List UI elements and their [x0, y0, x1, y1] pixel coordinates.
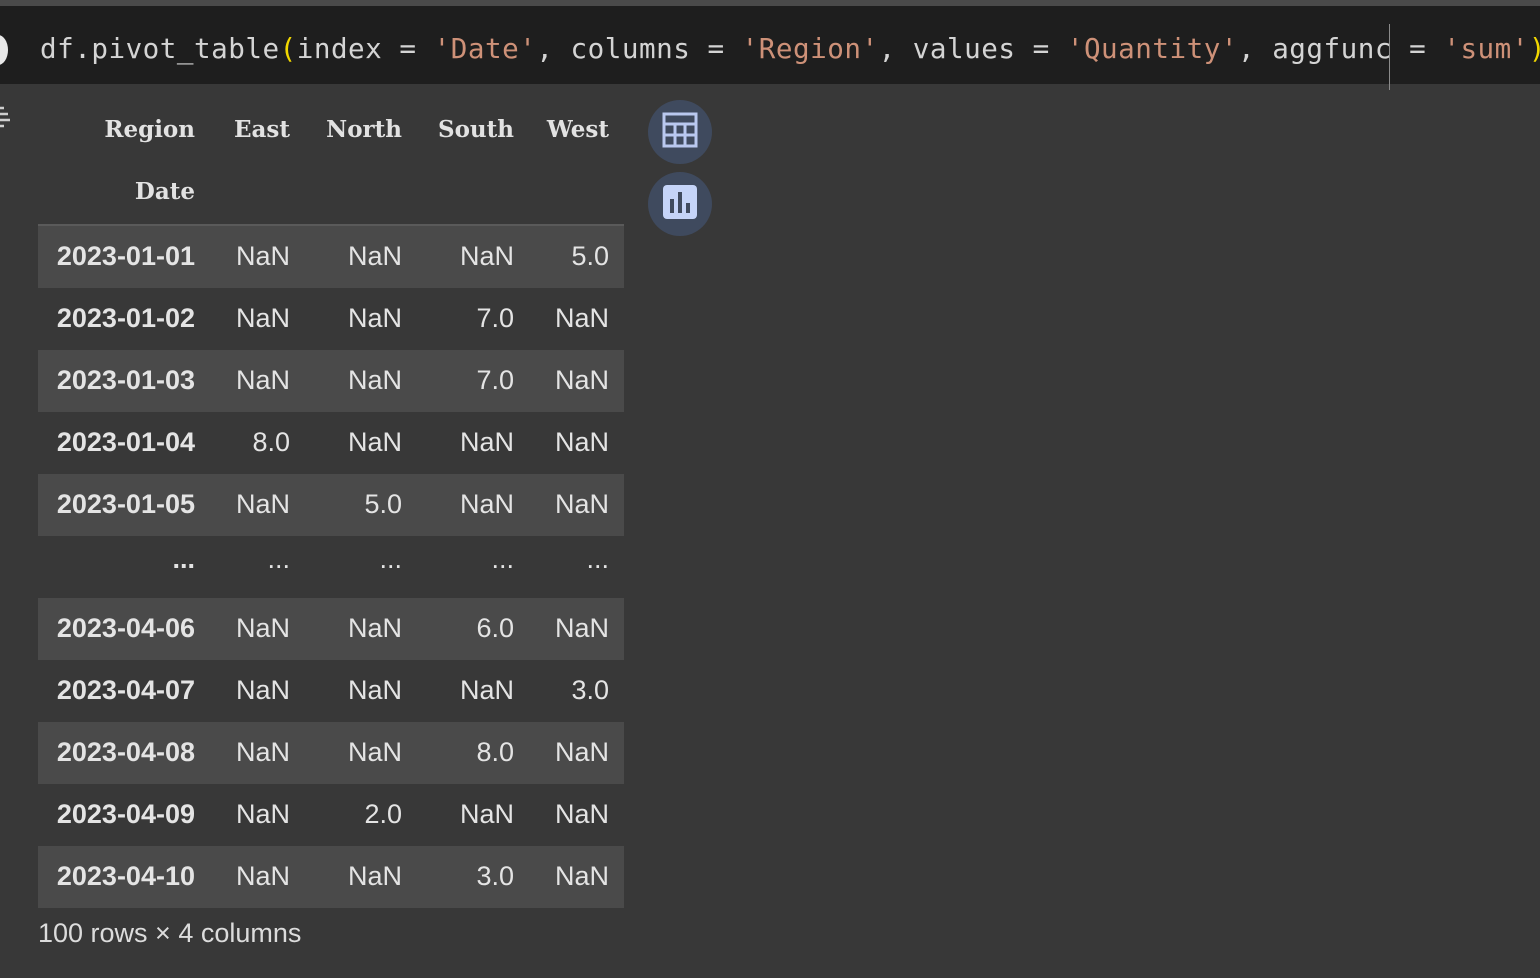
table-cell: NaN [347, 861, 402, 891]
code-token: 'sum' [1443, 32, 1529, 65]
table-cell: NaN [347, 675, 402, 705]
row-index: 2023-04-06 [56, 613, 195, 643]
row-index: 2023-04-10 [56, 861, 195, 891]
column-header: South [437, 116, 514, 143]
table-cell: NaN [235, 675, 290, 705]
table-row: 2023-01-04 8.0 NaN NaN NaN [38, 412, 624, 474]
row-index: 2023-04-08 [56, 737, 195, 767]
table-row: 2023-04-09 NaN 2.0 NaN NaN [38, 784, 624, 846]
table-row: 2023-01-05 NaN 5.0 NaN NaN [38, 474, 624, 536]
ellipsis-row: ... ... ... ... ... [38, 536, 624, 598]
table-cell: NaN [554, 861, 609, 891]
column-header: West [546, 116, 609, 143]
bar-chart-icon [662, 184, 698, 225]
table-cell: NaN [459, 799, 514, 829]
table-cell: NaN [235, 737, 290, 767]
row-index: ... [172, 544, 195, 574]
table-row: 2023-01-01 NaN NaN NaN 5.0 [38, 226, 624, 288]
table-cell: 8.0 [252, 427, 290, 457]
index-header-row: Date [38, 162, 624, 224]
table-cell: 8.0 [476, 737, 514, 767]
table-cell: NaN [459, 489, 514, 519]
run-cell-icon[interactable] [0, 35, 8, 65]
table-icon [662, 112, 698, 153]
code-token: , columns = [536, 32, 742, 65]
code-token: 'Date' [433, 32, 537, 65]
row-index: 2023-04-09 [56, 799, 195, 829]
table-cell: NaN [347, 737, 402, 767]
table-cell: NaN [347, 427, 402, 457]
table-cell: NaN [347, 613, 402, 643]
code-cell[interactable]: df.pivot_table(index = 'Date', columns =… [0, 6, 1540, 90]
table-cell: NaN [347, 241, 402, 271]
row-index: 2023-04-07 [56, 675, 195, 705]
row-index: 2023-01-01 [56, 241, 195, 271]
column-header: East [233, 116, 290, 143]
dataframe-shape: 100 rows × 4 columns [38, 918, 302, 948]
table-row: 2023-01-02 NaN NaN 7.0 NaN [38, 288, 624, 350]
table-row: 2023-04-07 NaN NaN NaN 3.0 [38, 660, 624, 722]
chart-view-button[interactable] [648, 172, 712, 236]
table-cell: 6.0 [476, 613, 514, 643]
text-cursor [1389, 24, 1390, 90]
code-token: 'Region' [741, 32, 879, 65]
row-index: 2023-01-04 [56, 427, 195, 457]
table-cell: NaN [235, 861, 290, 891]
table-cell: NaN [235, 799, 290, 829]
table-cell: NaN [554, 427, 609, 457]
table-cell: NaN [235, 241, 290, 271]
table-cell: NaN [554, 303, 609, 333]
code-line[interactable]: df.pivot_table(index = 'Date', columns =… [40, 32, 1540, 65]
table-cell: NaN [235, 489, 290, 519]
table-cell: NaN [459, 241, 514, 271]
row-index: 2023-01-02 [56, 303, 195, 333]
row-index: 2023-01-03 [56, 365, 195, 395]
table-cell: 2.0 [364, 799, 402, 829]
table-cell: NaN [347, 303, 402, 333]
table-cell: 7.0 [476, 303, 514, 333]
table-cell: NaN [554, 799, 609, 829]
table-row: 2023-04-06 NaN NaN 6.0 NaN [38, 598, 624, 660]
table-cell: ... [267, 544, 290, 574]
table-cell: NaN [235, 613, 290, 643]
table-cell: NaN [554, 489, 609, 519]
output-action-icon[interactable] [0, 100, 12, 136]
code-token: ) [1529, 32, 1540, 65]
table-cell: NaN [459, 427, 514, 457]
table-cell: NaN [347, 365, 402, 395]
table-cell: 3.0 [476, 861, 514, 891]
table-row: 2023-04-10 NaN NaN 3.0 NaN [38, 846, 624, 908]
table-cell: NaN [554, 365, 609, 395]
column-header: North [326, 116, 402, 143]
table-cell: NaN [235, 365, 290, 395]
index-name-header: Date [134, 178, 195, 205]
table-row: 2023-01-03 NaN NaN 7.0 NaN [38, 350, 624, 412]
code-token: ( [279, 32, 297, 65]
table-cell: NaN [459, 675, 514, 705]
code-token: df.pivot_table [40, 32, 280, 65]
table-cell: ... [379, 544, 402, 574]
table-cell: 7.0 [476, 365, 514, 395]
code-token: , values = [878, 32, 1067, 65]
code-token: , aggfunc = [1237, 32, 1444, 65]
column-header-row: Region East North South West [38, 100, 624, 162]
table-cell: ... [491, 544, 514, 574]
table-cell: ... [586, 544, 609, 574]
code-token: 'Quantity' [1066, 32, 1238, 65]
table-cell: NaN [554, 613, 609, 643]
columns-name-header: Region [104, 116, 195, 143]
code-token: index = [296, 32, 434, 65]
table-view-button[interactable] [648, 100, 712, 164]
table-cell: NaN [554, 737, 609, 767]
table-cell: 5.0 [571, 241, 609, 271]
table-cell: 5.0 [364, 489, 402, 519]
table-cell: NaN [235, 303, 290, 333]
table-row: 2023-04-08 NaN NaN 8.0 NaN [38, 722, 624, 784]
table-cell: 3.0 [571, 675, 609, 705]
row-index: 2023-01-05 [56, 489, 195, 519]
